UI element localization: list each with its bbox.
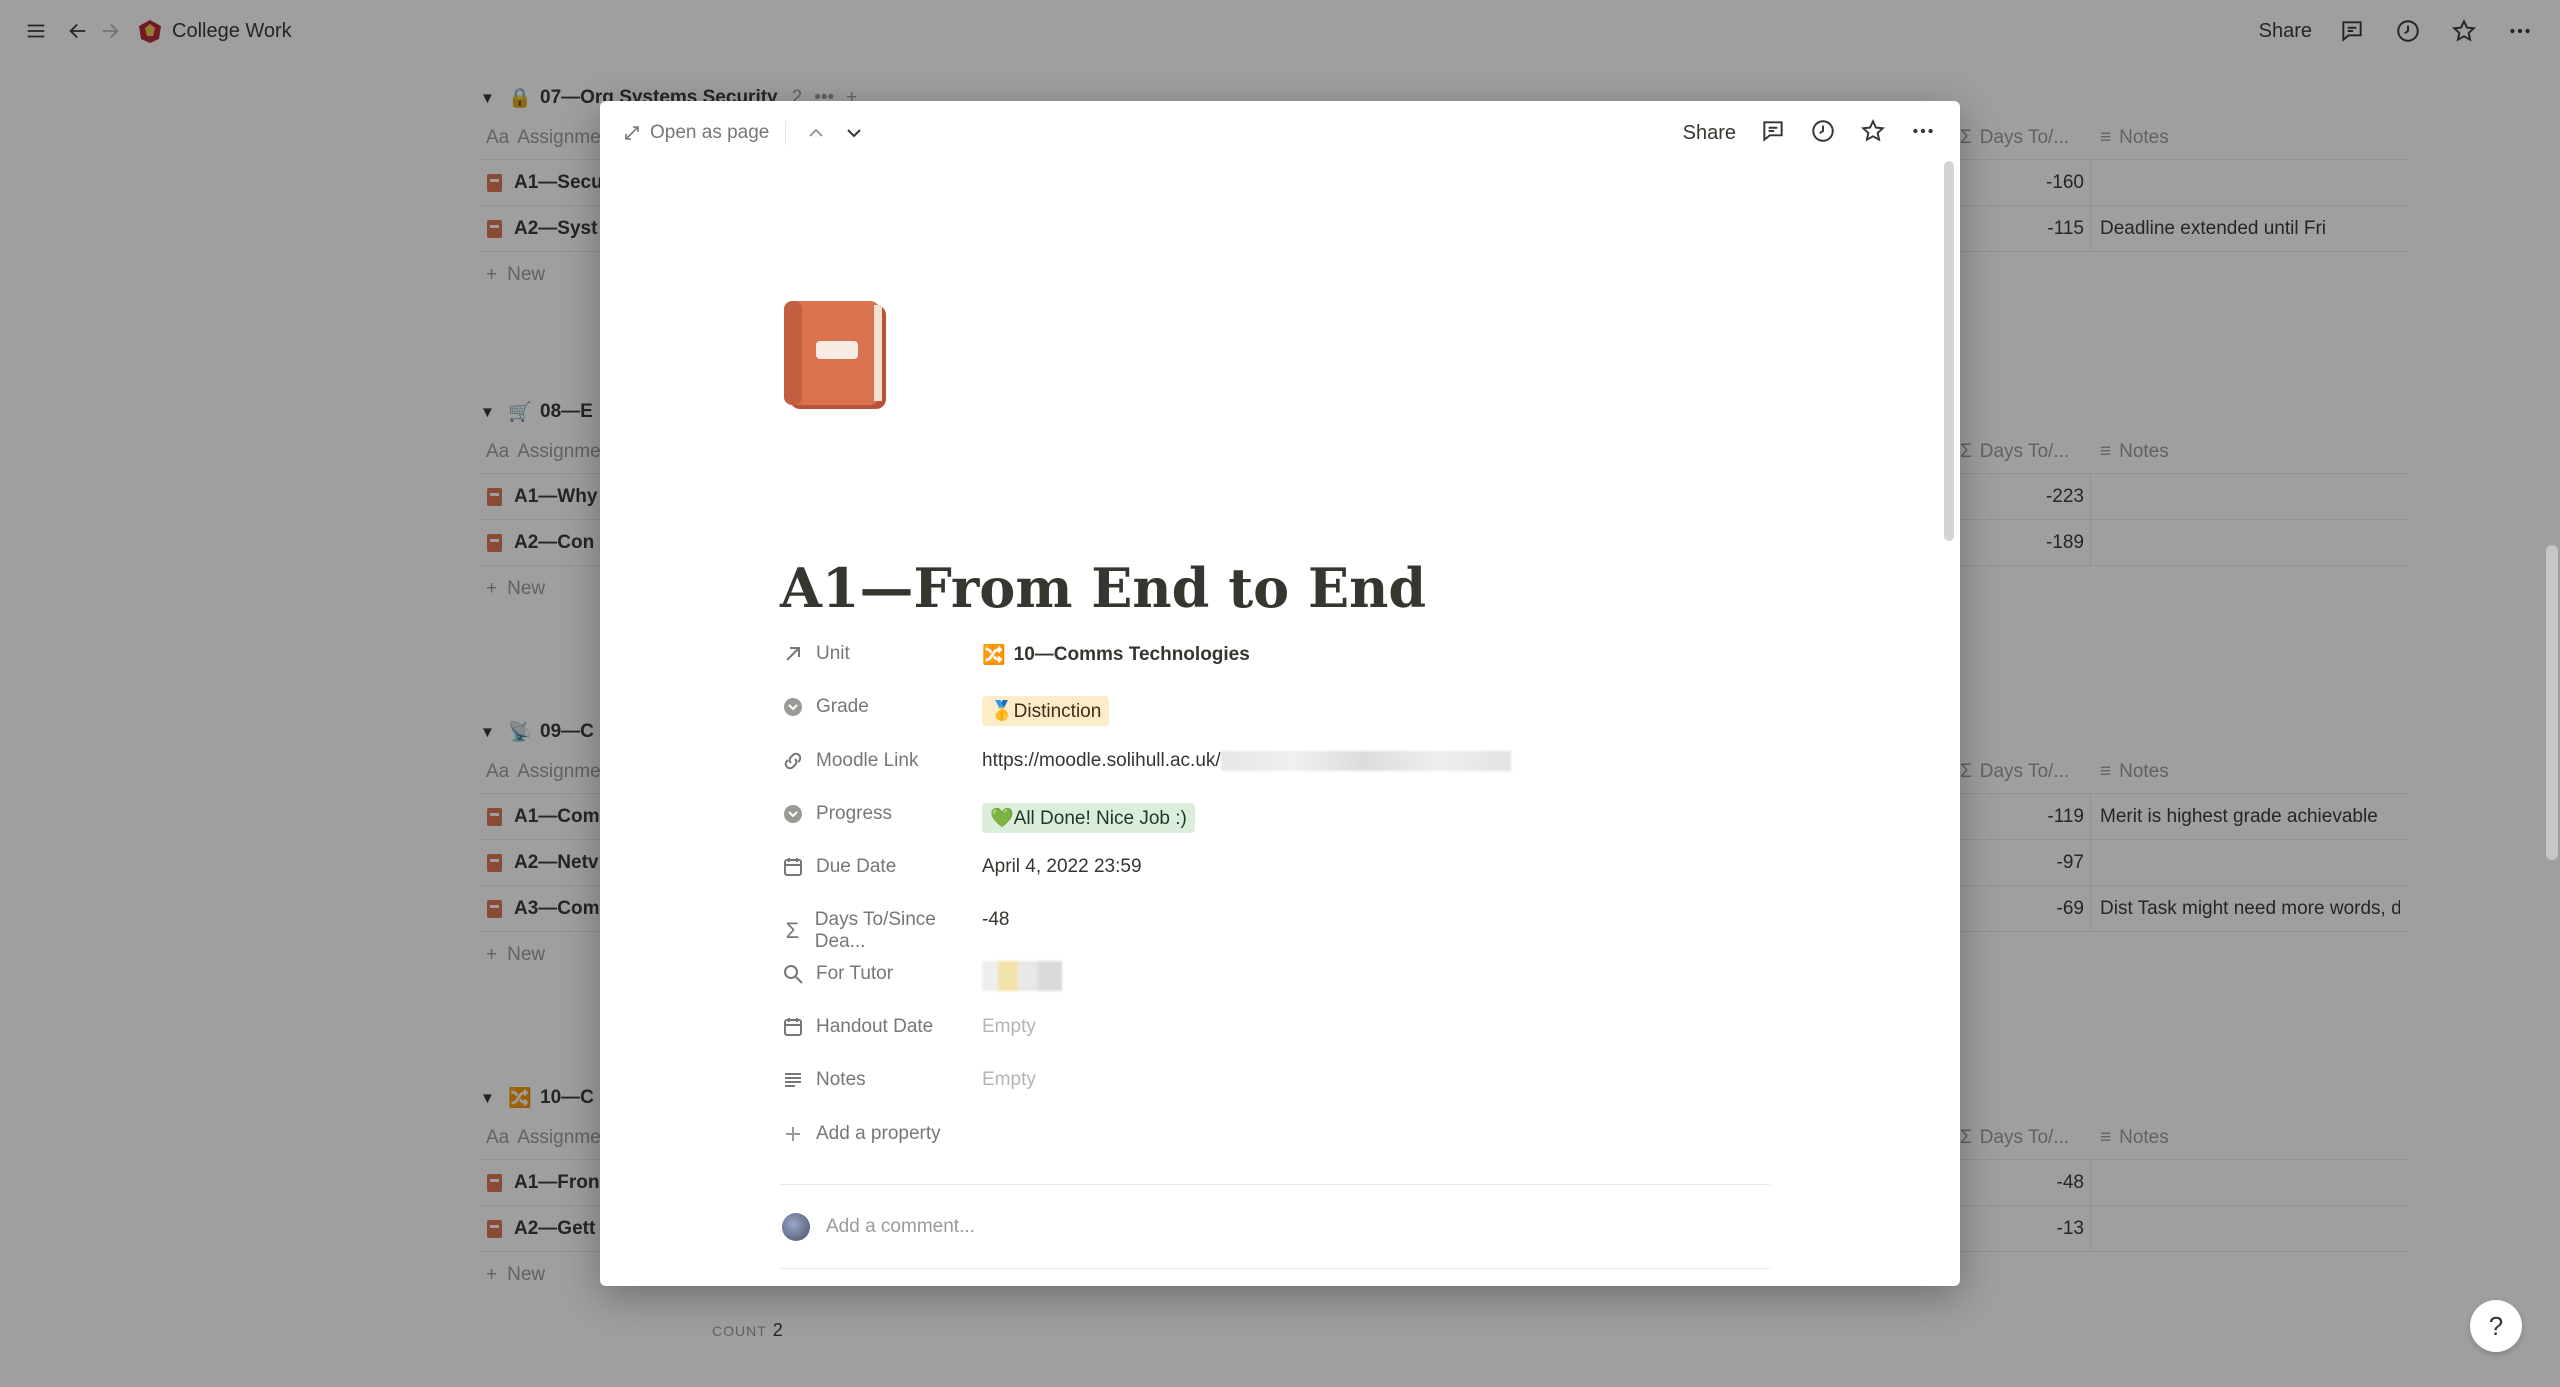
modal-scrollbar[interactable]	[1944, 161, 1954, 541]
search-icon	[784, 964, 803, 984]
due-date-value[interactable]: April 4, 2022 23:59	[982, 856, 1142, 878]
select-circle-icon	[784, 698, 802, 717]
properties-list: Unit 🔀 10—Comms Technologies Grade 🥇Disti…	[782, 631, 1782, 1164]
expand-arrows-icon	[625, 126, 639, 140]
next-chevron-icon[interactable]	[840, 119, 868, 147]
shuffle-icon: 🔀	[982, 645, 1006, 666]
page-scrollbar[interactable]	[2546, 545, 2558, 860]
help-button[interactable]: ?	[2470, 1300, 2522, 1352]
page-peek-modal: Open as page Share A1—From End to End Un…	[600, 101, 1960, 1286]
modal-toolbar: Open as page Share	[600, 101, 1960, 165]
history-clock-icon[interactable]	[1810, 118, 1836, 149]
previous-chevron-icon[interactable]	[802, 119, 830, 147]
progress-tag[interactable]: 💚All Done! Nice Job :)	[982, 802, 1195, 833]
calendar-icon	[784, 1018, 802, 1037]
redacted-url-blur	[1220, 750, 1511, 771]
relation-arrow-icon	[786, 647, 800, 661]
property-progress[interactable]: Progress 💚All Done! Nice Job :)	[782, 791, 1782, 844]
divider	[780, 1268, 1770, 1269]
comment-input[interactable]: Add a comment...	[826, 1216, 975, 1238]
property-days-to-since[interactable]: Σ Days To/Since Dea... -48	[782, 897, 1782, 952]
add-property-button[interactable]: Add a property	[782, 1111, 1782, 1164]
formula-sigma-icon: Σ	[785, 918, 800, 944]
comment-composer[interactable]: Add a comment...	[782, 1213, 975, 1241]
grade-tag[interactable]: 🥇Distinction	[982, 696, 1110, 727]
property-notes[interactable]: Notes Empty	[782, 1057, 1782, 1110]
property-due-date[interactable]: Due Date April 4, 2022 23:59	[782, 844, 1782, 897]
modal-share-button[interactable]: Share	[1683, 122, 1736, 145]
handout-date-value[interactable]: Empty	[982, 1016, 1036, 1038]
property-for-tutor[interactable]: For Tutor	[782, 951, 1782, 1004]
plus-icon	[786, 1126, 800, 1141]
unit-relation-link[interactable]: 10—Comms Technologies	[1014, 644, 1250, 666]
text-lines-icon	[785, 1073, 801, 1088]
open-as-page-button[interactable]: Open as page	[624, 122, 769, 144]
days-value: -48	[982, 909, 1010, 931]
property-handout-date[interactable]: Handout Date Empty	[782, 1004, 1782, 1057]
property-unit[interactable]: Unit 🔀 10—Comms Technologies	[782, 631, 1782, 684]
book-icon[interactable]	[782, 299, 892, 411]
select-circle-icon	[784, 804, 802, 823]
redacted-tutor-blur	[982, 960, 1062, 991]
property-grade[interactable]: Grade 🥇Distinction	[782, 684, 1782, 737]
favorite-star-icon[interactable]	[1860, 118, 1886, 149]
notes-value[interactable]: Empty	[982, 1069, 1036, 1091]
avatar	[782, 1213, 810, 1241]
more-options-icon[interactable]	[1910, 118, 1936, 149]
calendar-icon	[784, 858, 802, 877]
page-title[interactable]: A1—From End to End	[780, 556, 1426, 620]
property-moodle-link[interactable]: Moodle Link https://moodle.solihull.ac.u…	[782, 738, 1782, 791]
divider	[780, 1184, 1770, 1185]
comments-icon[interactable]	[1760, 118, 1786, 149]
link-chain-icon	[784, 752, 802, 769]
moodle-url-link[interactable]: https://moodle.solihull.ac.uk/	[982, 750, 1221, 772]
